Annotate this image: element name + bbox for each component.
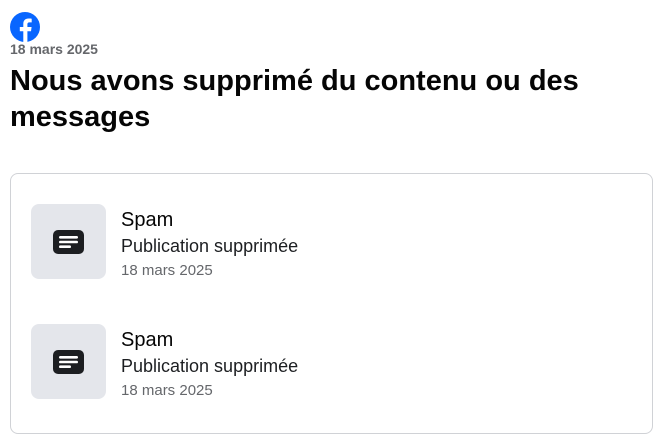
post-icon — [53, 350, 84, 374]
item-status: Publication supprimée — [121, 236, 299, 256]
item-type: Spam — [121, 329, 174, 351]
facebook-logo-icon — [10, 12, 40, 42]
header-date: 18 mars 2025 — [10, 41, 98, 57]
post-thumbnail — [31, 324, 106, 399]
item-date: 18 mars 2025 — [121, 382, 213, 399]
removed-content-list: Spam Publication supprimée 18 mars 2025 … — [10, 173, 653, 434]
list-item[interactable]: Spam Publication supprimée 18 mars 2025 — [31, 324, 631, 400]
item-type: Spam — [121, 209, 174, 231]
page-title: Nous avons supprimé du contenu ou des me… — [10, 65, 579, 133]
item-status: Publication supprimée — [121, 356, 299, 376]
post-icon — [53, 230, 84, 254]
post-thumbnail — [31, 204, 106, 279]
item-date: 18 mars 2025 — [121, 262, 213, 279]
list-item[interactable]: Spam Publication supprimée 18 mars 2025 — [31, 204, 631, 280]
